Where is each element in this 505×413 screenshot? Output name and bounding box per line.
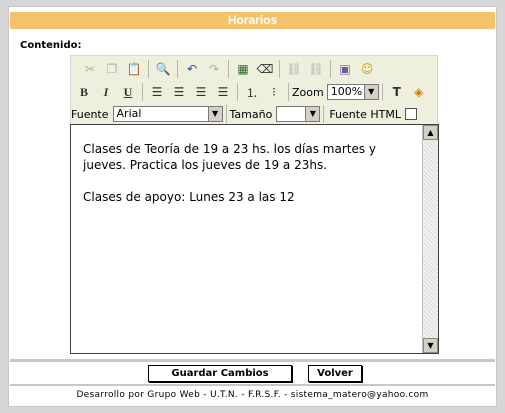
back-button[interactable]: Volver: [308, 365, 362, 382]
paste-icon[interactable]: 📋: [123, 58, 145, 80]
toolbar-separator: [323, 105, 325, 123]
content-paragraph: Clases de Teoría de 19 a 23 hs. los días…: [83, 142, 377, 172]
vertical-scrollbar[interactable]: ▲ ▼: [422, 125, 438, 353]
toolbar-separator: [148, 60, 149, 78]
toolbar-separator: [225, 105, 227, 123]
toolbar-separator: [228, 60, 229, 78]
ordered-list-icon[interactable]: ⒈: [241, 81, 263, 103]
toolbar-separator: [279, 60, 280, 78]
smiley-icon[interactable]: ☺: [356, 58, 378, 80]
chevron-down-icon: ▼: [207, 107, 222, 121]
background-color-icon[interactable]: ◈: [408, 81, 430, 103]
toolbar-separator: [330, 60, 331, 78]
font-value: Arial: [116, 107, 142, 120]
scroll-down-icon[interactable]: ▼: [423, 338, 438, 353]
size-select[interactable]: ▼: [276, 106, 321, 122]
chevron-down-icon: ▼: [363, 85, 378, 99]
editor-content-area[interactable]: Clases de Teoría de 19 a 23 hs. los días…: [70, 124, 439, 354]
toolbar-separator: [381, 83, 383, 101]
italic-button[interactable]: I: [95, 81, 117, 103]
footer-credits: Desarrollo por Grupo Web - U.T.N. - F.R.…: [76, 390, 429, 400]
unlink-icon[interactable]: ⛓: [305, 58, 327, 80]
align-right-icon[interactable]: ☰: [190, 81, 212, 103]
cut-icon[interactable]: ✂: [79, 58, 101, 80]
zoom-label: Zoom: [292, 85, 324, 99]
chevron-down-icon: ▼: [305, 107, 320, 121]
zoom-select[interactable]: 100% ▼: [326, 84, 379, 100]
undo-icon[interactable]: ↶: [181, 58, 203, 80]
editor-content[interactable]: Clases de Teoría de 19 a 23 hs. los días…: [83, 141, 419, 221]
divider: [10, 359, 495, 362]
toolbar-separator: [142, 83, 143, 101]
align-left-icon[interactable]: ☰: [146, 81, 168, 103]
save-changes-button[interactable]: Guardar Cambios: [148, 365, 292, 382]
toolbar-separator: [177, 60, 178, 78]
font-select[interactable]: Arial ▼: [112, 106, 223, 122]
align-center-icon[interactable]: ☰: [168, 81, 190, 103]
scroll-up-icon[interactable]: ▲: [423, 125, 438, 140]
toolbar-row-2: B I U ☰ ☰ ☰ ☰ ⒈ ⁝ Zoom 100% ▼ T ◈: [73, 80, 430, 104]
image-icon[interactable]: ▣: [334, 58, 356, 80]
divider: [10, 384, 495, 386]
redo-icon[interactable]: ↷: [203, 58, 225, 80]
table-icon[interactable]: ▦: [232, 58, 254, 80]
toolbar-row-3: Fuente Arial ▼ Tamaño ▼ Fuente HTML: [71, 103, 417, 125]
underline-button[interactable]: U: [117, 81, 139, 103]
font-label: Fuente: [71, 107, 109, 121]
toolbar-row-1: ✂ ❐ 📋 🔍 ↶ ↷ ▦ ⌫ ⛓ ⛓ ▣ ☺: [79, 57, 378, 81]
align-justify-icon[interactable]: ☰: [212, 81, 234, 103]
toolbar-separator: [288, 83, 289, 101]
find-icon[interactable]: 🔍: [152, 58, 174, 80]
html-source-label: Fuente HTML: [329, 107, 401, 121]
zoom-value: 100%: [330, 85, 363, 98]
html-source-checkbox[interactable]: [404, 108, 417, 120]
text-color-icon[interactable]: T: [386, 81, 408, 103]
copy-icon[interactable]: ❐: [101, 58, 123, 80]
bold-button[interactable]: B: [73, 81, 95, 103]
size-label: Tamaño: [229, 107, 273, 121]
content-paragraph: Clases de apoyo: Lunes 23 a las 12: [83, 190, 295, 204]
page-title: Horarios: [10, 12, 495, 29]
unordered-list-icon[interactable]: ⁝: [263, 81, 285, 103]
content-label: Contenido:: [20, 40, 82, 51]
toolbar-separator: [237, 83, 238, 101]
eraser-icon[interactable]: ⌫: [254, 58, 276, 80]
link-icon[interactable]: ⛓: [283, 58, 305, 80]
